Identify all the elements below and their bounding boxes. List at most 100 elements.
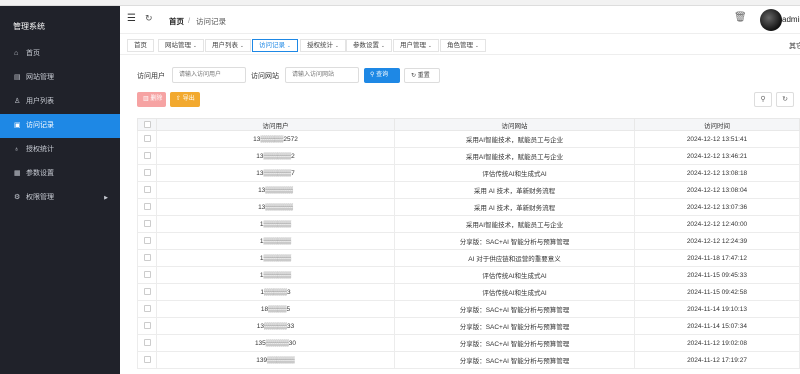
- cell-site: 分享版：SAC+AI 智能分析与预算管理: [394, 232, 635, 250]
- cell-time: 2024-12-12 13:51:41: [634, 130, 800, 148]
- chevron-down-icon: ⌄: [240, 43, 244, 48]
- row-select-cell[interactable]: [137, 249, 157, 267]
- row-checkbox[interactable]: [143, 220, 151, 228]
- website-icon: ▤: [14, 74, 21, 81]
- sidebar-item-label: 网站管理: [26, 74, 54, 81]
- sidebar: 管理系统 ⌂ 首页 ▤ 网站管理 ♙ 用户列表 ▣ 访问记录 ♁ 授权统计 ▦ 参数设置 ⚙ 权限管理 ▶: [0, 6, 120, 374]
- row-checkbox[interactable]: [143, 288, 151, 296]
- row-checkbox[interactable]: [143, 305, 151, 313]
- row-checkbox[interactable]: [143, 356, 151, 364]
- table-row[interactable]: 13▒▒▒▒▒▒ 采用 AI 技术，革新财务流程 2024-12-12 13:08:…: [137, 181, 800, 199]
- table-refresh-icon[interactable]: ↻: [776, 92, 794, 107]
- row-checkbox[interactable]: [143, 186, 151, 194]
- tab-item[interactable]: 用户管理 ⌄: [393, 39, 439, 52]
- table-row[interactable]: 18▒▒▒▒5 分享版：SAC+AI 智能分析与预算管理 2024-11-14 19…: [137, 300, 800, 318]
- row-checkbox[interactable]: [143, 237, 151, 245]
- table-row[interactable]: 1▒▒▒▒▒▒ 采用AI智能技术，赋能员工与企业 2024-12-12 12:40:…: [137, 215, 800, 233]
- row-checkbox[interactable]: [143, 271, 151, 279]
- visit-user-input[interactable]: [172, 67, 246, 83]
- table-row[interactable]: 1▒▒▒▒▒▒ 分享版：SAC+AI 智能分析与预算管理 2024-12-12 12…: [137, 232, 800, 250]
- sidebar-item-5[interactable]: ▦ 参数设置: [0, 162, 120, 186]
- select-all-cell[interactable]: [137, 118, 157, 131]
- cell-user: 1▒▒▒▒▒▒: [156, 266, 395, 284]
- tab-item[interactable]: 访问记录 ⌄: [252, 39, 298, 52]
- table-row[interactable]: 1▒▒▒▒▒▒ AI 对于供应链和运营的重要意义 2024-11-18 17:47:…: [137, 249, 800, 267]
- username[interactable]: admin: [782, 15, 800, 24]
- row-select-cell[interactable]: [137, 351, 157, 369]
- reset-button-label: 重置: [417, 73, 430, 79]
- avatar[interactable]: [760, 9, 782, 31]
- row-checkbox[interactable]: [143, 152, 151, 160]
- cell-site: 采用 AI 技术，革新财务流程: [394, 198, 635, 216]
- sidebar-item-1[interactable]: ▤ 网站管理: [0, 66, 120, 90]
- sidebar-item-0[interactable]: ⌂ 首页: [0, 42, 120, 66]
- cell-site: 采用AI智能技术，赋能员工与企业: [394, 130, 635, 148]
- cell-site: 分享版：SAC+AI 智能分析与预算管理: [394, 300, 635, 318]
- tab-item[interactable]: 参数设置 ⌄: [346, 39, 392, 52]
- chevron-down-icon: ⌄: [428, 43, 432, 48]
- sidebar-item-3[interactable]: ▣ 访问记录: [0, 114, 120, 138]
- tab-item[interactable]: 授权统计 ⌄: [300, 39, 346, 52]
- row-checkbox[interactable]: [143, 135, 151, 143]
- row-select-cell[interactable]: [137, 283, 157, 301]
- cell-user: 13▒▒▒▒▒▒: [156, 181, 395, 199]
- tab-item[interactable]: 角色管理 ⌄: [440, 39, 486, 52]
- row-checkbox[interactable]: [143, 322, 151, 330]
- sidebar-menu: ⌂ 首页 ▤ 网站管理 ♙ 用户列表 ▣ 访问记录 ♁ 授权统计 ▦ 参数设置 ⚙ 权限管理 ▶: [0, 42, 120, 210]
- row-select-cell[interactable]: [137, 266, 157, 284]
- row-select-cell[interactable]: [137, 130, 157, 148]
- sidebar-item-2[interactable]: ♙ 用户列表: [0, 90, 120, 114]
- trash-icon[interactable]: 🗑: [734, 12, 747, 23]
- select-all-checkbox[interactable]: [143, 120, 151, 128]
- tab-other-menu[interactable]: 其它: [789, 41, 800, 51]
- cell-time: 2024-12-12 13:08:04: [634, 181, 800, 199]
- sidebar-item-6[interactable]: ⚙ 权限管理 ▶: [0, 186, 120, 210]
- table-row[interactable]: 13▒▒▒▒▒33 分享版：SAC+AI 智能分析与预算管理 2024-11-14 …: [137, 317, 800, 335]
- user-icon: ♙: [14, 98, 21, 105]
- tab-item[interactable]: 首页: [127, 39, 154, 52]
- visit-site-input[interactable]: [285, 67, 359, 83]
- tab-label: 授权统计: [307, 42, 333, 49]
- row-select-cell[interactable]: [137, 317, 157, 335]
- row-select-cell[interactable]: [137, 147, 157, 165]
- table-row[interactable]: 139▒▒▒▒▒▒ 分享版：SAC+AI 智能分析与预算管理 2024-11-12 …: [137, 351, 800, 369]
- row-select-cell[interactable]: [137, 181, 157, 199]
- bulb-icon: ♁: [14, 146, 20, 153]
- table-search-icon[interactable]: ⚲: [754, 92, 772, 107]
- table-row[interactable]: 1▒▒▒▒▒3 评估传统AI和生成式AI 2024-11-15 09:42:58: [137, 283, 800, 301]
- export-button[interactable]: ⇧ 导出: [170, 92, 200, 107]
- row-select-cell[interactable]: [137, 232, 157, 250]
- cell-user: 13▒▒▒▒▒2572: [156, 130, 395, 148]
- row-select-cell[interactable]: [137, 198, 157, 216]
- breadcrumb-home[interactable]: 首页: [169, 16, 184, 27]
- table-row[interactable]: 135▒▒▒▒▒30 分享版：SAC+AI 智能分析与预算管理 2024-11-12…: [137, 334, 800, 352]
- row-checkbox[interactable]: [143, 203, 151, 211]
- cell-time: 2024-11-14 19:10:13: [634, 300, 800, 318]
- cell-time: 2024-12-12 12:40:00: [634, 215, 800, 233]
- delete-button-label: 删除: [150, 96, 163, 102]
- row-checkbox[interactable]: [143, 169, 151, 177]
- row-select-cell[interactable]: [137, 215, 157, 233]
- table-row[interactable]: 1▒▒▒▒▒▒ 评估传统AI和生成式AI 2024-11-15 09:45:33: [137, 266, 800, 284]
- tab-item[interactable]: 用户列表 ⌄: [205, 39, 251, 52]
- sidebar-item-4[interactable]: ♁ 授权统计: [0, 138, 120, 162]
- row-select-cell[interactable]: [137, 334, 157, 352]
- table-row[interactable]: 13▒▒▒▒▒▒ 采用 AI 技术，革新财务流程 2024-12-12 13:07:…: [137, 198, 800, 216]
- export-button-label: 导出: [182, 96, 195, 102]
- query-button-label: 查询: [376, 72, 389, 78]
- sidebar-item-label: 权限管理: [26, 194, 54, 201]
- query-button[interactable]: ⚲ 查询: [364, 68, 400, 83]
- table-row[interactable]: 13▒▒▒▒▒2572 采用AI智能技术，赋能员工与企业 2024-12-12 13…: [137, 130, 800, 148]
- row-select-cell[interactable]: [137, 300, 157, 318]
- reset-button[interactable]: ↻ 重置: [404, 68, 440, 83]
- row-checkbox[interactable]: [143, 339, 151, 347]
- refresh-icon[interactable]: ↻: [145, 13, 153, 24]
- column-header-site: 访问网站: [394, 118, 635, 131]
- delete-button[interactable]: ▥ 删除: [137, 92, 166, 107]
- table-row[interactable]: 13▒▒▒▒▒▒7 评估传统AI和生成式AI 2024-12-12 13:08:18: [137, 164, 800, 182]
- row-checkbox[interactable]: [143, 254, 151, 262]
- menu-toggle-icon[interactable]: ☰: [127, 13, 136, 24]
- table-row[interactable]: 13▒▒▒▒▒▒2 采用AI智能技术，赋能员工与企业 2024-12-12 13:4…: [137, 147, 800, 165]
- row-select-cell[interactable]: [137, 164, 157, 182]
- tab-item[interactable]: 网站管理 ⌄: [158, 39, 204, 52]
